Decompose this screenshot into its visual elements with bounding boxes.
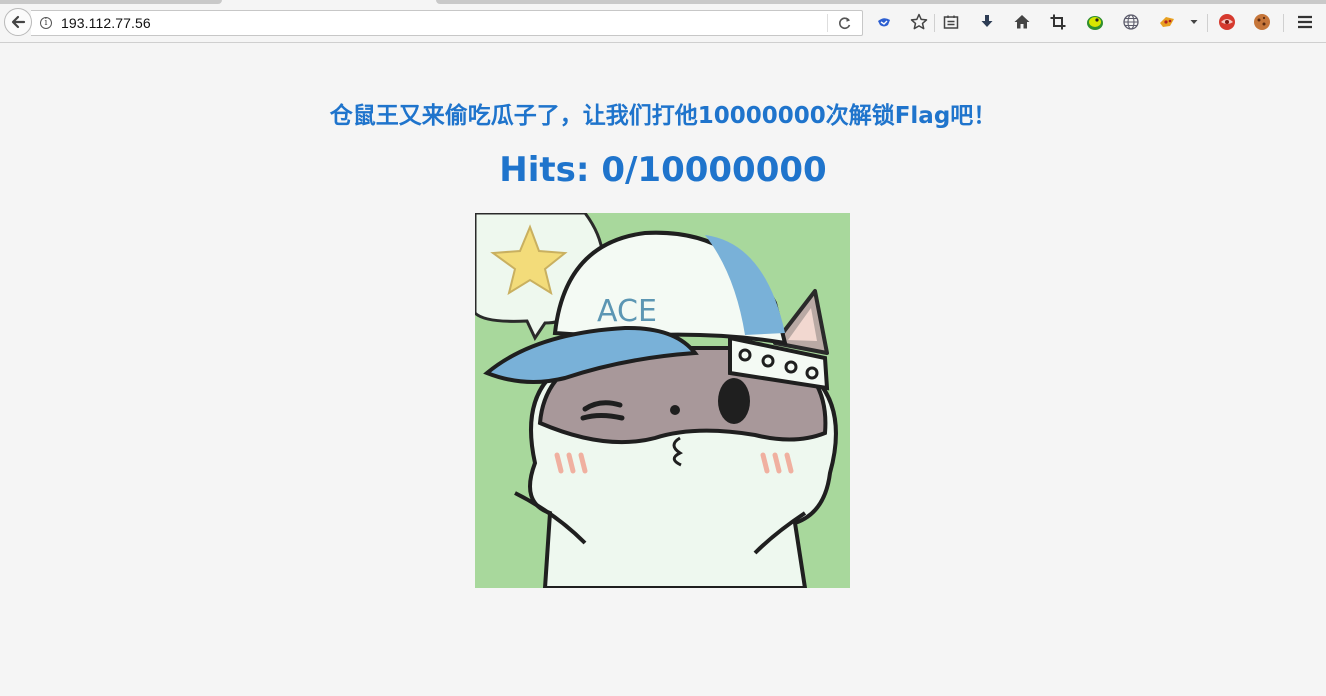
red-extension-icon[interactable] (1217, 12, 1237, 32)
tab-strip-left (0, 0, 222, 4)
cookie-extension-icon[interactable] (1252, 12, 1272, 32)
toolbar-separator (1207, 14, 1208, 32)
orange-extension-icon[interactable] (1157, 12, 1177, 32)
crop-screenshot-icon[interactable] (1048, 12, 1068, 32)
site-info-icon[interactable]: i (40, 17, 52, 29)
browser-toolbar: i 193.112.77.56 (0, 0, 1326, 43)
download-icon[interactable] (977, 12, 997, 32)
cap-logo-text: ACE (597, 294, 657, 329)
page-headline: 仓鼠王又来偷吃瓜子了，让我们打他10000000次解锁Flag吧！ (329, 103, 997, 129)
url-text[interactable]: 193.112.77.56 (61, 15, 151, 31)
globe-icon[interactable] (1121, 12, 1141, 32)
reload-separator (827, 14, 828, 32)
reader-list-icon[interactable] (941, 12, 961, 32)
reload-icon[interactable] (836, 14, 854, 32)
pocket-icon[interactable] (874, 12, 894, 32)
hits-label: Hits: (499, 150, 590, 190)
toolbar-separator (934, 14, 935, 32)
hits-count: 0/10000000 (601, 150, 827, 190)
back-button[interactable] (4, 8, 32, 36)
dropdown-arrow-icon[interactable] (1184, 12, 1204, 32)
back-arrow-icon (11, 15, 26, 29)
hits-counter: Hits: 0/10000000 (0, 150, 1326, 190)
hamburger-menu-icon[interactable] (1295, 12, 1315, 32)
hamster-image[interactable]: ACE (475, 213, 850, 588)
green-extension-icon[interactable] (1085, 12, 1105, 32)
bookmark-star-icon[interactable] (909, 12, 929, 32)
address-bar[interactable]: i 193.112.77.56 (31, 10, 863, 36)
tab-strip-right (436, 0, 1326, 4)
home-icon[interactable] (1012, 12, 1032, 32)
toolbar-separator (1283, 14, 1284, 32)
